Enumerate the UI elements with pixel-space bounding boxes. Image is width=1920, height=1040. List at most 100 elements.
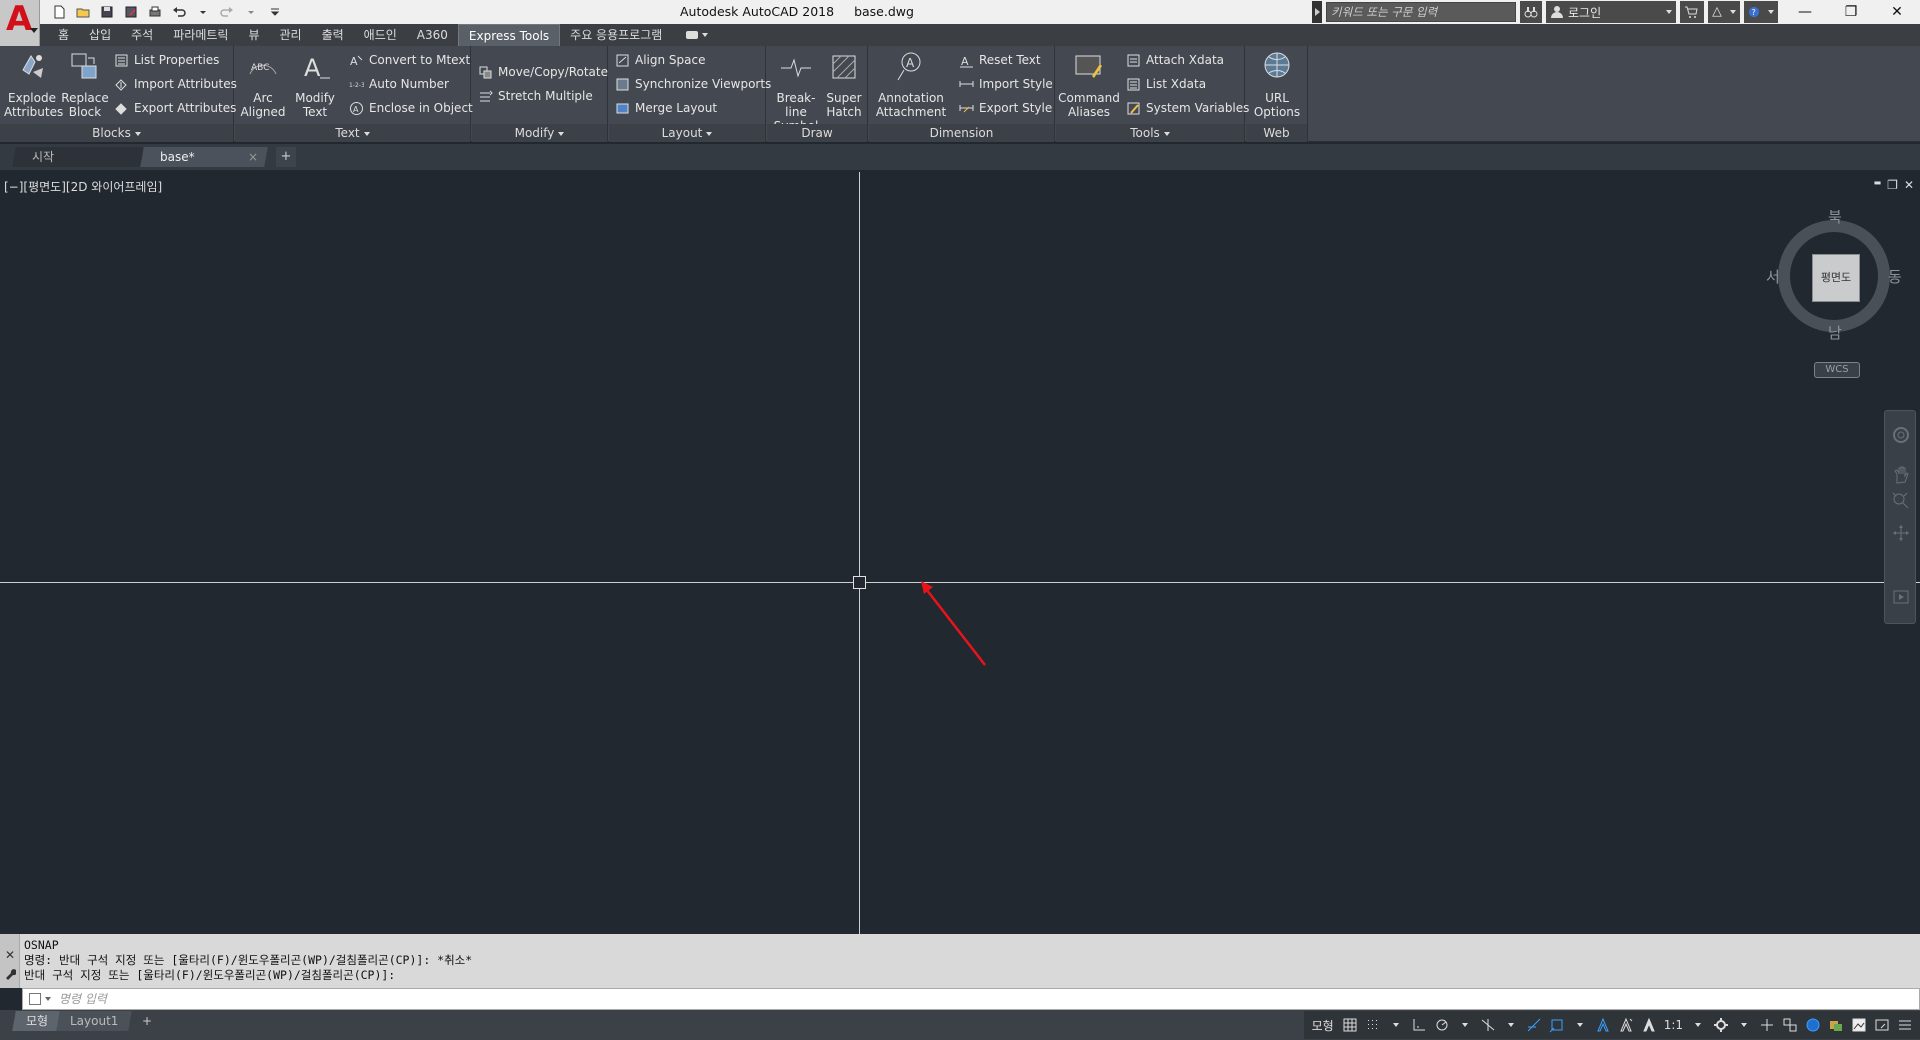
- tab-output[interactable]: 출력: [312, 24, 354, 46]
- tab-home[interactable]: 홈: [48, 24, 79, 46]
- open-folder-icon[interactable]: [72, 2, 94, 22]
- reset-text-button[interactable]: A Reset Text: [959, 50, 1041, 70]
- file-tab-close-icon[interactable]: ×: [248, 147, 258, 167]
- command-window-grip[interactable]: ✕: [0, 934, 20, 988]
- viewcube[interactable]: 평면도 북 남 동 서 WCS: [1766, 208, 1902, 378]
- object-snap-tracking-icon[interactable]: [1523, 1013, 1545, 1037]
- scale-dropdown-icon[interactable]: [1687, 1013, 1709, 1037]
- steering-wheel-icon[interactable]: [1891, 425, 1911, 445]
- undo-icon[interactable]: [168, 2, 190, 22]
- tab-manage[interactable]: 관리: [269, 24, 311, 46]
- pan-hand-icon[interactable]: [1891, 465, 1911, 485]
- viewcube-west-label[interactable]: 서: [1766, 266, 1780, 287]
- tab-featured-apps[interactable]: 주요 응용프로그램: [560, 24, 672, 46]
- minimize-button[interactable]: —: [1782, 0, 1828, 24]
- polar-dropdown-icon[interactable]: [1454, 1013, 1476, 1037]
- annotation-monitor-plus-icon[interactable]: [1756, 1013, 1778, 1037]
- help-icon[interactable]: ?: [1744, 1, 1778, 23]
- align-space-button[interactable]: Align Space: [615, 50, 705, 70]
- restore-button[interactable]: ❐: [1828, 0, 1874, 24]
- break-line-symbol-button[interactable]: Break-line Symbol: [769, 50, 823, 133]
- customize-toolbar-icon[interactable]: [264, 2, 286, 22]
- stretch-multiple-button[interactable]: Stretch Multiple: [478, 86, 593, 106]
- workspace-switching-gear-icon[interactable]: [1710, 1013, 1732, 1037]
- viewcube-south-label[interactable]: 남: [1828, 322, 1842, 343]
- replace-block-button[interactable]: Replace Block: [60, 50, 110, 119]
- viewcube-east-label[interactable]: 동: [1888, 266, 1902, 287]
- annotation-scale-icon[interactable]: [1638, 1013, 1660, 1037]
- drawing-viewport[interactable]: [−][평면도][2D 와이어프레임] ▬ ❐ ✕ 평면도 북 남 동 서 WC…: [0, 172, 1920, 934]
- grid-icon[interactable]: [1339, 1013, 1361, 1037]
- explode-attributes-button[interactable]: Explode Attributes: [4, 50, 63, 119]
- import-attributes-button[interactable]: Import Attributes: [114, 74, 237, 94]
- wcs-menu-button[interactable]: WCS: [1814, 362, 1860, 378]
- export-attributes-button[interactable]: Export Attributes: [114, 98, 236, 118]
- isometric-dropdown-icon[interactable]: [1500, 1013, 1522, 1037]
- snap-dropdown-icon[interactable]: [1385, 1013, 1407, 1037]
- annotation-visibility-icon[interactable]: [1592, 1013, 1614, 1037]
- panel-layout-title[interactable]: Layout: [609, 124, 765, 142]
- viewport-controls-label[interactable]: [−][평면도][2D 와이어프레임]: [4, 178, 162, 195]
- annotation-autoscale-icon[interactable]: [1615, 1013, 1637, 1037]
- snap-mode-icon[interactable]: [1362, 1013, 1384, 1037]
- viewport-restore-icon[interactable]: ❐: [1887, 178, 1898, 192]
- system-variables-button[interactable]: System Variables: [1126, 98, 1249, 118]
- new-layout-button[interactable]: +: [130, 1011, 164, 1031]
- command-customize-wrench-icon[interactable]: [4, 968, 17, 983]
- zoom-extents-icon[interactable]: [1891, 491, 1911, 511]
- export-style-button[interactable]: Export Style: [959, 98, 1052, 118]
- tab-parametric[interactable]: 파라메트릭: [163, 24, 238, 46]
- import-style-button[interactable]: Import Style: [959, 74, 1053, 94]
- tab-a360[interactable]: A360: [407, 24, 458, 46]
- command-aliases-button[interactable]: Command Aliases: [1058, 50, 1120, 119]
- command-input[interactable]: [59, 990, 1859, 1008]
- print-icon[interactable]: [144, 2, 166, 22]
- ortho-mode-icon[interactable]: [1408, 1013, 1430, 1037]
- viewport-minimize-icon[interactable]: ▬: [1874, 178, 1882, 192]
- hardware-acceleration-icon[interactable]: [1871, 1013, 1893, 1037]
- save-as-icon[interactable]: [120, 2, 142, 22]
- redo-dropdown-icon[interactable]: [240, 2, 262, 22]
- modify-text-button[interactable]: A Modify Text: [291, 50, 339, 119]
- layout-tab-model[interactable]: 모형: [12, 1011, 62, 1031]
- workspace-dropdown-icon[interactable]: [1733, 1013, 1755, 1037]
- panel-blocks-title[interactable]: Blocks: [0, 124, 233, 142]
- super-hatch-button[interactable]: Super Hatch: [823, 50, 865, 119]
- move-copy-rotate-button[interactable]: Move/Copy/Rotate: [478, 62, 608, 82]
- redo-icon[interactable]: [216, 2, 238, 22]
- new-file-tab-button[interactable]: +: [276, 147, 296, 167]
- recent-commands-dropdown-icon[interactable]: [45, 997, 51, 1001]
- model-space-button[interactable]: 모형: [1308, 1013, 1338, 1037]
- search-expand-icon[interactable]: [1312, 1, 1322, 23]
- ribbon-state-toggle-icon[interactable]: [684, 28, 712, 42]
- file-tab-start[interactable]: 시작: [12, 147, 146, 167]
- annotation-scale-value[interactable]: 1:1: [1661, 1013, 1686, 1037]
- file-tab-base[interactable]: base* ×: [140, 147, 268, 167]
- lock-ui-icon[interactable]: [1825, 1013, 1847, 1037]
- orbit-icon[interactable]: [1891, 523, 1911, 543]
- arc-aligned-button[interactable]: ABC Arc Aligned: [239, 50, 287, 119]
- viewcube-top-face[interactable]: 평면도: [1812, 254, 1860, 302]
- tab-annotate[interactable]: 주석: [121, 24, 163, 46]
- polar-tracking-icon[interactable]: [1431, 1013, 1453, 1037]
- search-input[interactable]: [1326, 2, 1516, 22]
- url-options-button[interactable]: URL Options: [1250, 50, 1304, 119]
- panel-modify-title[interactable]: Modify: [472, 124, 607, 142]
- save-icon[interactable]: [96, 2, 118, 22]
- panel-tools-title[interactable]: Tools: [1056, 124, 1244, 142]
- tab-addins[interactable]: 애드인: [354, 24, 407, 46]
- login-button[interactable]: 로그인: [1546, 1, 1676, 23]
- merge-layout-button[interactable]: Merge Layout: [615, 98, 717, 118]
- list-properties-button[interactable]: List Properties: [114, 50, 219, 70]
- isometric-drafting-icon[interactable]: [1477, 1013, 1499, 1037]
- close-button[interactable]: ✕: [1874, 0, 1920, 24]
- command-prompt-icon[interactable]: [29, 993, 41, 1005]
- annotation-attachment-button[interactable]: A Annotation Attachment: [873, 50, 949, 119]
- quick-properties-icon[interactable]: [1802, 1013, 1824, 1037]
- showmotion-icon[interactable]: [1891, 587, 1911, 607]
- command-close-icon[interactable]: ✕: [5, 948, 15, 962]
- undo-dropdown-icon[interactable]: [192, 2, 214, 22]
- synchronize-viewports-button[interactable]: Synchronize Viewports: [615, 74, 771, 94]
- enclose-in-object-button[interactable]: A Enclose in Object: [349, 98, 473, 118]
- new-file-icon[interactable]: [48, 2, 70, 22]
